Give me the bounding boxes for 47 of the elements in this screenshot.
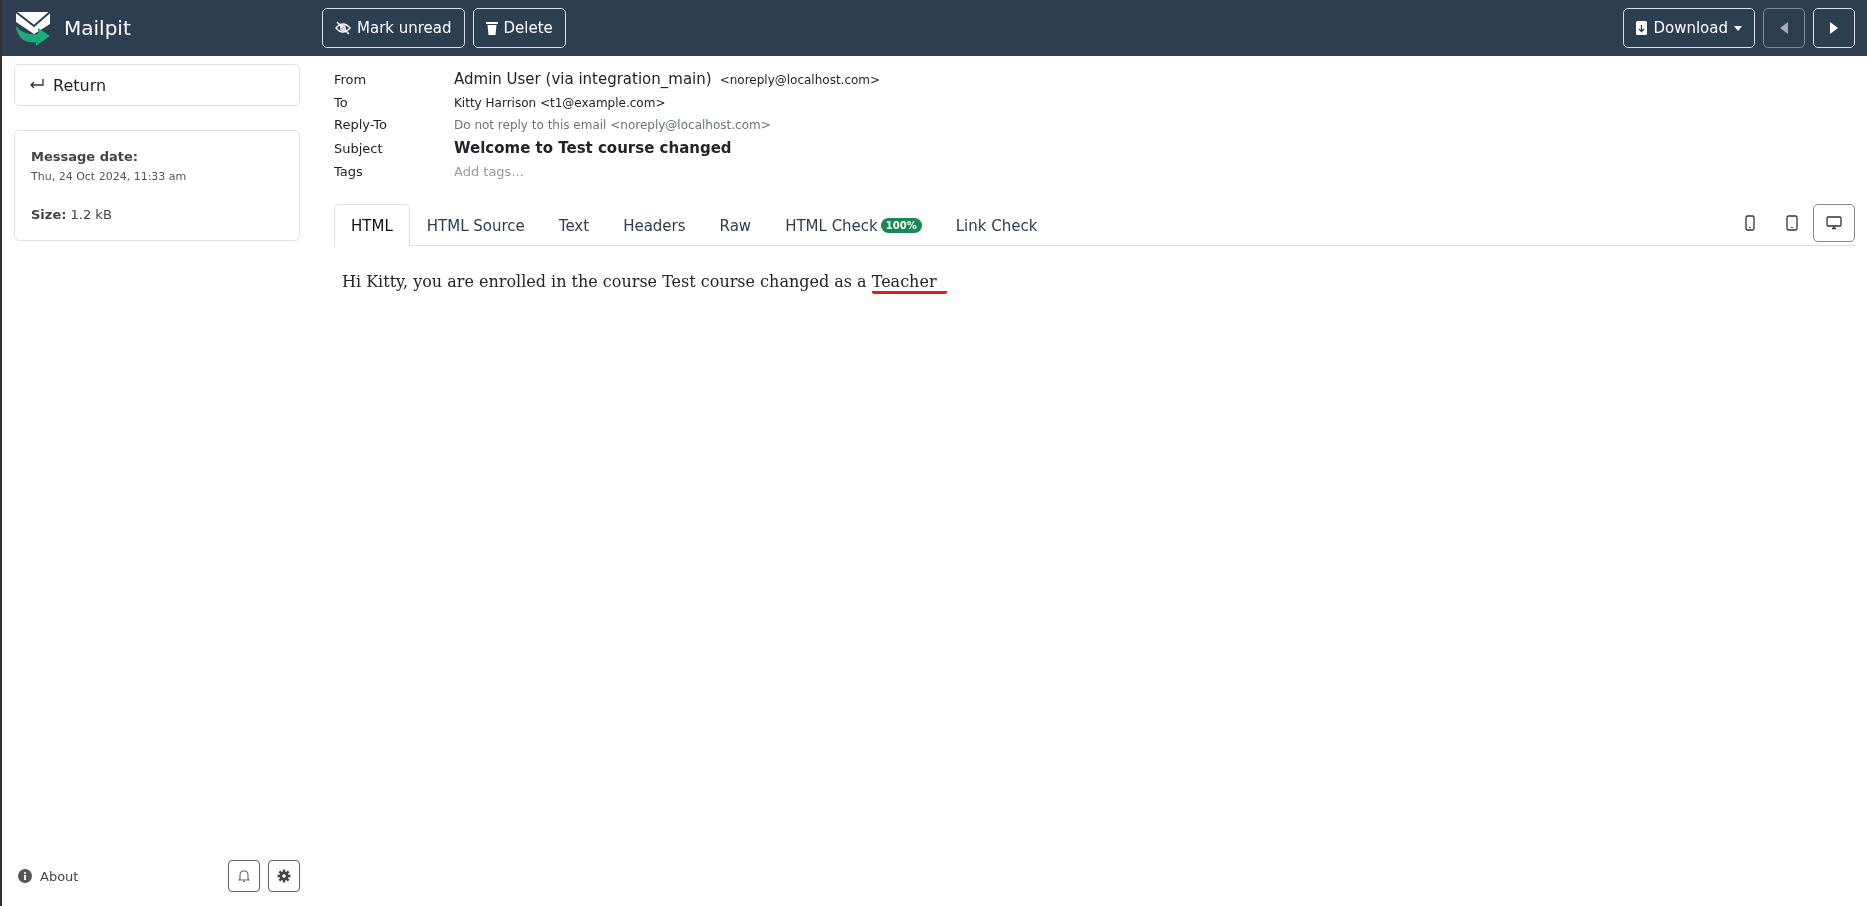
settings-button[interactable] xyxy=(268,860,300,892)
download-button[interactable]: Download xyxy=(1623,8,1755,48)
size-value: 1.2 kB xyxy=(70,207,112,222)
size-label: Size: xyxy=(31,207,67,222)
next-button[interactable] xyxy=(1813,8,1855,48)
sender-email: <noreply@localhost.com> xyxy=(719,73,881,87)
mark-unread-button[interactable]: Mark unread xyxy=(322,8,465,48)
tab[interactable]: HTML xyxy=(334,204,410,246)
return-button[interactable]: Return xyxy=(14,64,300,106)
app-name: Mailpit xyxy=(64,16,131,40)
header-label: From xyxy=(334,72,368,87)
bell-icon xyxy=(238,869,250,883)
sender-name: Admin User (via integration_main) xyxy=(454,70,712,88)
delete-button[interactable]: Delete xyxy=(472,8,566,48)
monitor-icon xyxy=(1826,216,1842,230)
header-label: To xyxy=(334,95,349,110)
message-body: Hi Kitty, you are enrolled in the course Test course changed as a Teacher xyxy=(342,272,1855,291)
notifications-button[interactable] xyxy=(228,860,260,892)
tablet-icon xyxy=(1786,215,1798,231)
trash-icon xyxy=(485,21,498,35)
tab[interactable]: Headers xyxy=(606,204,703,246)
tab[interactable]: Text xyxy=(541,204,607,246)
header-label: Tags xyxy=(334,164,364,179)
info-icon xyxy=(18,869,32,883)
caret-left-icon xyxy=(1780,22,1788,34)
subject: Welcome to Test course changed xyxy=(454,139,732,157)
tab[interactable]: HTML Source xyxy=(409,204,542,246)
tab[interactable]: Raw xyxy=(702,204,769,246)
about-link[interactable]: About xyxy=(18,868,79,884)
caret-right-icon xyxy=(1830,22,1838,34)
tab[interactable]: HTML Check 100% xyxy=(768,204,939,246)
return-arrow-icon xyxy=(29,79,45,91)
previous-button[interactable] xyxy=(1763,8,1805,48)
score-badge: 100% xyxy=(880,218,922,233)
caret-icon xyxy=(1734,25,1742,31)
tab[interactable]: Link Check xyxy=(938,204,1055,246)
phone-icon xyxy=(1745,215,1755,231)
desktop-view-button[interactable] xyxy=(1813,204,1855,242)
eye-slash-icon xyxy=(335,21,351,35)
message-date: Thu, 24 Oct 2024, 11:33 am xyxy=(31,170,188,183)
header-label: Subject xyxy=(334,141,384,156)
message-date-label: Message date: xyxy=(31,149,139,164)
settings-icon xyxy=(277,869,291,883)
file-download-icon xyxy=(1636,21,1648,35)
reply-to-address: Do not reply to this email <noreply@localhost.com> xyxy=(454,118,771,132)
recipient: Kitty Harrison <t1@example.com> xyxy=(454,96,666,110)
header-label: Reply-To xyxy=(334,117,388,132)
